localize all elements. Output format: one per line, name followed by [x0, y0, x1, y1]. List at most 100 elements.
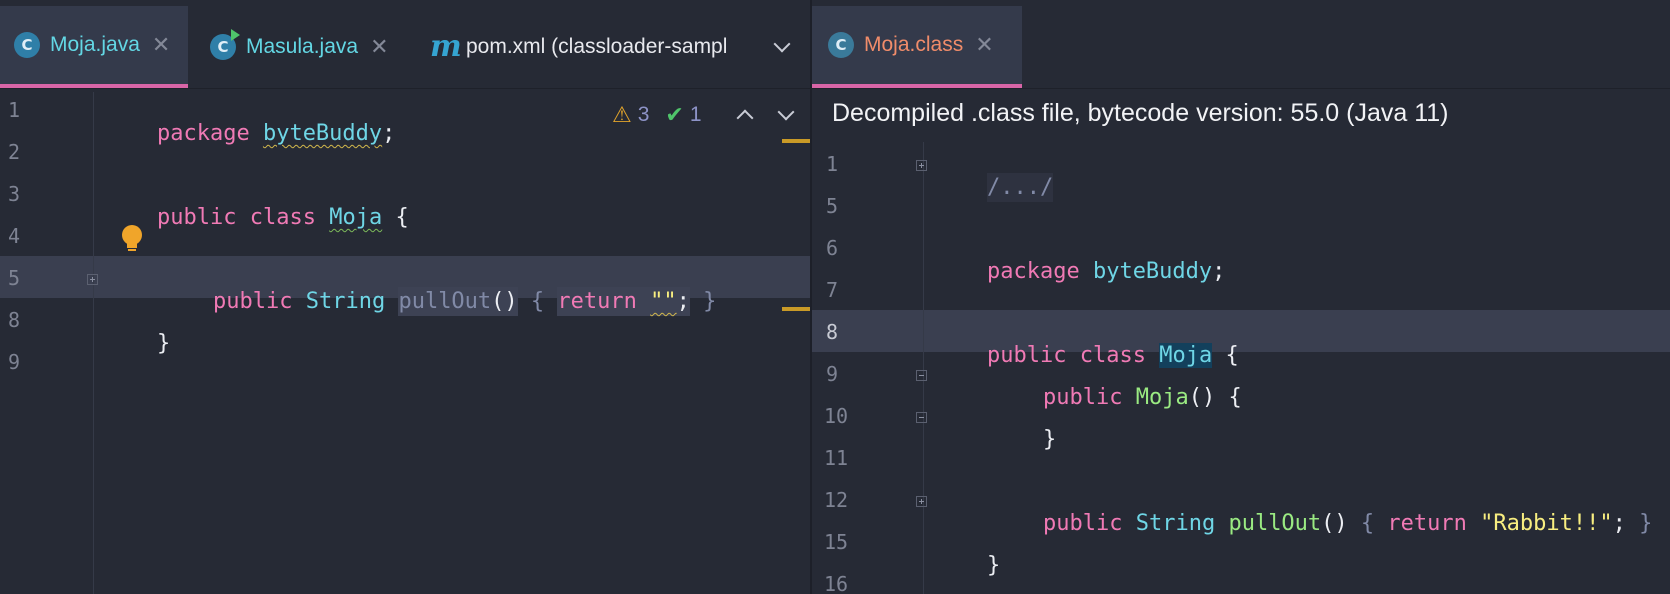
line-number: 7 — [826, 278, 839, 302]
close-icon[interactable]: ✕ — [152, 33, 170, 58]
ok-count: 1 — [689, 103, 702, 126]
keyword: return — [1387, 511, 1467, 536]
line-number: 1 — [8, 98, 21, 122]
tab-masula-java[interactable]: C Masula.java ✕ — [196, 6, 396, 88]
type-name: String — [1135, 511, 1216, 536]
keyword: public — [212, 289, 293, 314]
line-number: 8 — [8, 308, 21, 332]
keyword: return — [557, 289, 637, 314]
previous-highlight-chevron-up-icon[interactable] — [736, 109, 754, 127]
brace: } — [703, 289, 717, 314]
tab-label: pom.xml (classloader-sampl — [466, 35, 728, 58]
semicolon: ; — [1612, 511, 1626, 536]
brace: } — [986, 553, 1001, 578]
package-name: byteBuddy — [1092, 259, 1213, 284]
fold-expand-icon[interactable] — [87, 274, 98, 285]
method-name: pullOut — [398, 289, 492, 314]
line-number: 4 — [8, 224, 21, 248]
line-number: 16 — [824, 572, 849, 594]
line-number: 5 — [8, 266, 21, 290]
fold-expand-icon[interactable] — [916, 160, 927, 171]
java-class-icon: C — [14, 32, 40, 58]
line-number: 8 — [826, 320, 839, 344]
close-icon[interactable]: ✕ — [370, 35, 388, 60]
type-name: String — [305, 289, 386, 314]
tab-label: Moja.java — [50, 33, 140, 56]
right-editor-pane: C Moja.class ✕ Decompiled .class file, b… — [812, 0, 1670, 594]
code-line-1[interactable]: /.../ — [934, 150, 1054, 225]
keyword: package — [156, 121, 250, 146]
keyword: class — [249, 205, 316, 230]
keyword: public — [156, 205, 237, 230]
line-number: 3 — [8, 182, 21, 206]
line-number: 2 — [8, 140, 21, 164]
gutter-separator — [93, 92, 94, 594]
brace: } — [156, 331, 171, 356]
folded-header[interactable]: /.../ — [986, 173, 1054, 202]
tab-label: Masula.java — [246, 35, 359, 58]
code-line-8[interactable]: } — [104, 306, 170, 381]
code-line-5[interactable]: public String pullOut() { return ""; } — [160, 264, 716, 339]
semicolon: ; — [676, 289, 690, 314]
warning-icon: ⚠ — [612, 102, 632, 128]
class-file-icon: C — [828, 32, 854, 58]
tab-moja-java[interactable]: C Moja.java ✕ — [0, 6, 188, 88]
method-name: pullOut — [1228, 511, 1322, 536]
line-number: 6 — [826, 236, 839, 260]
line-number: 1 — [826, 152, 839, 176]
constructor-name: Moja — [1135, 385, 1189, 410]
fold-expand-icon[interactable] — [916, 496, 927, 507]
line-number: 15 — [824, 530, 849, 554]
next-highlight-chevron-down-icon[interactable] — [777, 103, 795, 121]
parens: () — [1321, 511, 1348, 536]
brace: } — [1639, 511, 1653, 536]
code-line-3[interactable]: public class Moja { — [104, 180, 409, 255]
semicolon: ; — [1212, 259, 1226, 284]
check-icon: ✔ — [665, 102, 684, 128]
line-number: 12 — [824, 488, 849, 512]
line-number: 5 — [826, 194, 839, 218]
gutter-separator — [923, 142, 924, 594]
line-number: 10 — [824, 404, 849, 428]
tab-label: Moja.class — [864, 33, 964, 56]
warning-stripe-marker[interactable] — [782, 139, 810, 143]
keyword: package — [986, 259, 1080, 284]
tab-pom-xml[interactable]: m pom.xml (classloader-sampl — [426, 6, 756, 88]
class-name: Moja — [329, 205, 383, 230]
close-icon[interactable]: ✕ — [975, 33, 993, 58]
left-tab-bar: C Moja.java ✕ C Masula.java ✕ m pom.xml … — [0, 0, 810, 89]
line-number: 11 — [824, 446, 849, 470]
parens: () — [1188, 385, 1216, 410]
left-editor-pane: C Moja.java ✕ C Masula.java ✕ m pom.xml … — [0, 0, 810, 594]
maven-icon: m — [430, 29, 462, 64]
brace: } — [1042, 427, 1057, 452]
java-runnable-class-icon: C — [210, 29, 240, 60]
warning-stripe-marker[interactable] — [782, 307, 810, 311]
parens: () — [491, 289, 518, 314]
brace: { — [1360, 511, 1375, 536]
semicolon: ; — [382, 121, 396, 146]
line-number: 9 — [8, 350, 21, 374]
inspection-widget[interactable]: ⚠ 3 ✔ 1 — [612, 98, 702, 132]
warning-count: 3 — [637, 103, 650, 126]
keyword: public — [1042, 511, 1123, 536]
banner-text: Decompiled .class file, bytecode version… — [832, 99, 1449, 127]
code-line-10[interactable]: } — [990, 402, 1056, 477]
fold-end-icon[interactable] — [916, 412, 927, 423]
brace: { — [530, 289, 545, 314]
right-tab-bar: C Moja.class ✕ — [812, 0, 1670, 89]
string-literal: "Rabbit!!" — [1480, 511, 1613, 536]
string-literal: "" — [650, 289, 677, 314]
fold-collapse-icon[interactable] — [916, 370, 927, 381]
code-line-1[interactable]: package byteBuddy; — [104, 96, 395, 171]
brace: { — [1228, 385, 1242, 410]
brace: { — [395, 205, 409, 230]
tab-moja-class[interactable]: C Moja.class ✕ — [812, 6, 1022, 88]
code-line-15[interactable]: } — [934, 528, 1000, 594]
code-line-6[interactable]: package byteBuddy; — [934, 234, 1225, 309]
decompiled-banner: Decompiled .class file, bytecode version… — [812, 89, 1670, 139]
code-line-12[interactable]: public String pullOut() { return "Rabbit… — [990, 486, 1652, 561]
tab-list-chevron-down-icon[interactable] — [773, 35, 791, 53]
package-name: byteBuddy — [262, 121, 383, 146]
line-number: 9 — [826, 362, 839, 386]
